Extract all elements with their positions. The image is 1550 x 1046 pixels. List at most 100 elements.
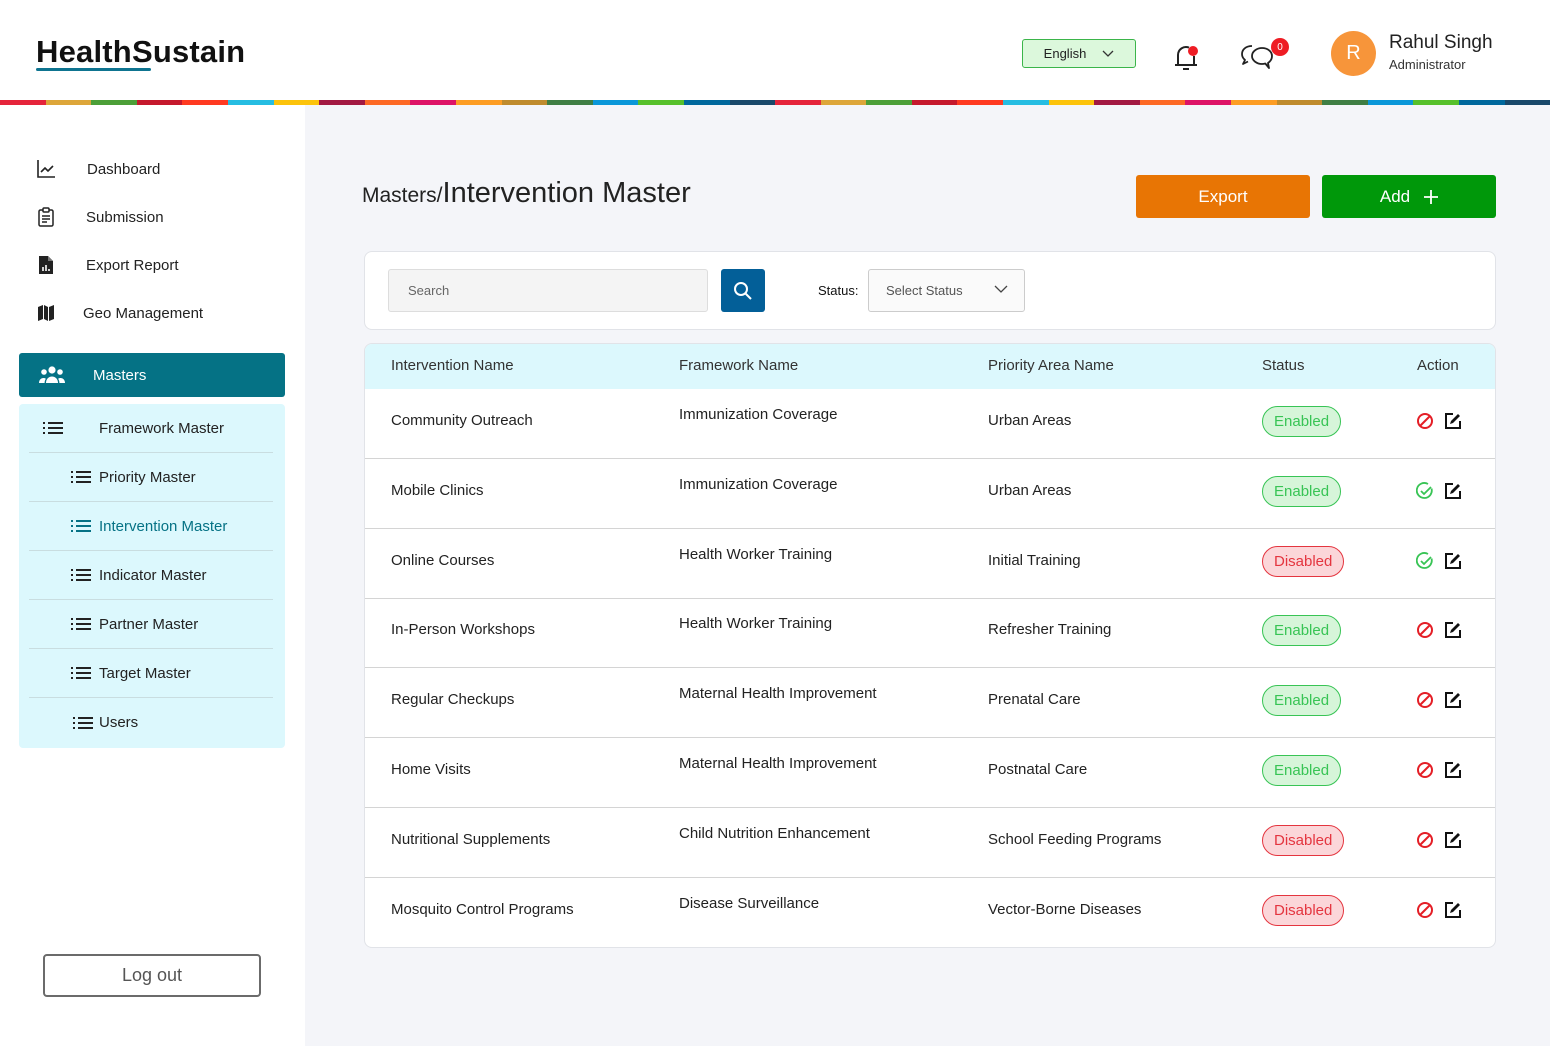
interventions-table: Intervention Name Framework Name Priorit… (364, 343, 1496, 948)
disable-ban-icon[interactable] (1416, 691, 1434, 709)
page-title: Masters/Intervention Master (362, 177, 691, 210)
status-select[interactable]: Select Status (868, 269, 1025, 312)
status-badge: Enabled (1262, 615, 1342, 647)
intervention-name-cell: Mosquito Control Programs (391, 900, 574, 918)
submenu-item-label: Users (99, 714, 139, 731)
sidebar-item-dashboard[interactable]: Dashboard (0, 149, 300, 189)
list-icon (71, 520, 91, 532)
table-row: In-Person Workshops Health Worker Trainin… (365, 598, 1495, 669)
submenu-item-indicator-master[interactable]: Indicator Master (29, 551, 273, 600)
framework-name-cell: Child Nutrition Enhancement (679, 824, 870, 842)
logout-button[interactable]: Log out (43, 954, 261, 997)
priority-area-cell: Postnatal Care (988, 761, 1088, 778)
sidebar-item-export-report[interactable]: Export Report (0, 245, 300, 285)
intervention-name-cell: In-Person Workshops (391, 621, 535, 639)
messages-icon[interactable] (1238, 40, 1274, 76)
framework-name-cell: Immunization Coverage (679, 475, 838, 493)
edit-icon[interactable] (1444, 691, 1462, 709)
column-header-framework[interactable]: Framework Name (679, 357, 798, 374)
messages-count-badge: 0 (1271, 38, 1289, 56)
submenu-item-framework-master[interactable]: Framework Master (29, 404, 273, 453)
intervention-name-cell: Online Courses (391, 551, 495, 569)
priority-area-cell: Refresher Training (988, 621, 1112, 639)
column-header-intervention[interactable]: Intervention Name (391, 357, 514, 374)
framework-name-cell: Maternal Health Improvement (679, 685, 877, 703)
search-icon (734, 281, 752, 300)
table-row: Home Visits Maternal Health Improvement Po… (365, 738, 1495, 808)
framework-name-cell: Maternal Health Improvement (679, 755, 877, 772)
submenu-item-users[interactable]: Users (29, 698, 273, 747)
chart-line-icon (36, 159, 56, 179)
column-header-priority-area[interactable]: Priority Area Name (988, 357, 1114, 374)
enable-check-icon[interactable] (1416, 481, 1434, 500)
disable-ban-icon[interactable] (1416, 761, 1434, 779)
search-input[interactable] (388, 269, 708, 312)
status-badge: Disabled (1262, 824, 1345, 856)
logo-underline (36, 68, 151, 71)
priority-area-cell: Urban Areas (988, 412, 1072, 429)
disable-ban-icon[interactable] (1416, 831, 1434, 849)
report-file-icon (36, 255, 56, 275)
filter-bar: Status: Select Status (364, 251, 1496, 330)
list-icon (43, 422, 63, 434)
sidebar-item-geo-management[interactable]: Geo Management (0, 293, 300, 333)
enable-check-icon[interactable] (1416, 551, 1434, 570)
edit-icon[interactable] (1444, 761, 1462, 779)
submenu-item-intervention-master[interactable]: Intervention Master (29, 502, 273, 551)
list-icon (71, 569, 91, 581)
submenu-item-label: Partner Master (99, 615, 199, 633)
edit-icon[interactable] (1444, 412, 1462, 430)
list-icon (73, 716, 93, 729)
table-row: Mobile Clinics Immunization Coverage Urban… (365, 459, 1495, 529)
table-row: Online Courses Health Worker Training Init… (365, 529, 1495, 599)
add-button[interactable]: Add (1322, 175, 1496, 218)
framework-name-cell: Immunization Coverage (679, 406, 838, 423)
sidebar-item-label: Export Report (86, 256, 179, 274)
intervention-name-cell: Home Visits (391, 761, 471, 778)
status-badge: Disabled (1262, 545, 1345, 577)
table-row: Nutritional Supplements Child Nutrition E… (365, 808, 1495, 878)
sidebar-item-submission[interactable]: Submission (0, 197, 300, 237)
language-value: English (1043, 46, 1087, 61)
edit-icon[interactable] (1444, 901, 1462, 919)
plus-icon (1424, 189, 1439, 204)
edit-icon[interactable] (1444, 482, 1462, 500)
framework-name-cell: Disease Surveillance (679, 894, 820, 912)
page-heading: Intervention Master (442, 177, 691, 209)
breadcrumb[interactable]: Masters/ (362, 184, 443, 207)
edit-icon[interactable] (1444, 552, 1462, 570)
users-group-icon (39, 366, 65, 383)
export-button[interactable]: Export (1136, 175, 1310, 218)
column-header-status[interactable]: Status (1262, 357, 1305, 374)
edit-icon[interactable] (1444, 621, 1462, 639)
sidebar-item-masters[interactable]: Masters (19, 353, 285, 397)
column-header-action: Action (1417, 357, 1459, 374)
status-filter-label: Status: (818, 283, 859, 298)
user-role: Administrator (1389, 57, 1466, 72)
submenu-item-partner-master[interactable]: Partner Master (29, 600, 273, 649)
disable-ban-icon[interactable] (1416, 901, 1434, 919)
submenu-item-target-master[interactable]: Target Master (29, 649, 273, 698)
main-content: Masters/Intervention Master Export Add S… (305, 105, 1550, 1046)
intervention-name-cell: Regular Checkups (391, 691, 515, 709)
intervention-name-cell: Mobile Clinics (391, 481, 484, 499)
edit-icon[interactable] (1444, 831, 1462, 849)
search-button[interactable] (721, 269, 765, 312)
sidebar-item-label: Submission (86, 208, 164, 226)
notification-dot (1188, 46, 1198, 56)
user-avatar[interactable]: R (1331, 31, 1376, 76)
add-label: Add (1379, 186, 1411, 206)
disable-ban-icon[interactable] (1416, 621, 1434, 639)
disable-ban-icon[interactable] (1416, 412, 1434, 430)
priority-area-cell: School Feeding Programs (988, 830, 1162, 848)
app-logo[interactable]: HealthSustain (36, 34, 245, 70)
submenu-item-label: Target Master (99, 664, 191, 682)
status-badge: Enabled (1262, 685, 1342, 717)
language-select[interactable]: English (1022, 39, 1136, 68)
priority-area-cell: Vector-Borne Diseases (988, 900, 1142, 918)
intervention-name-cell: Nutritional Supplements (391, 830, 551, 848)
submenu-item-priority-master[interactable]: Priority Master (29, 453, 273, 502)
chevron-down-icon (994, 285, 1008, 293)
sidebar-item-label: Masters (93, 366, 147, 384)
submenu-item-label: Indicator Master (99, 566, 207, 584)
